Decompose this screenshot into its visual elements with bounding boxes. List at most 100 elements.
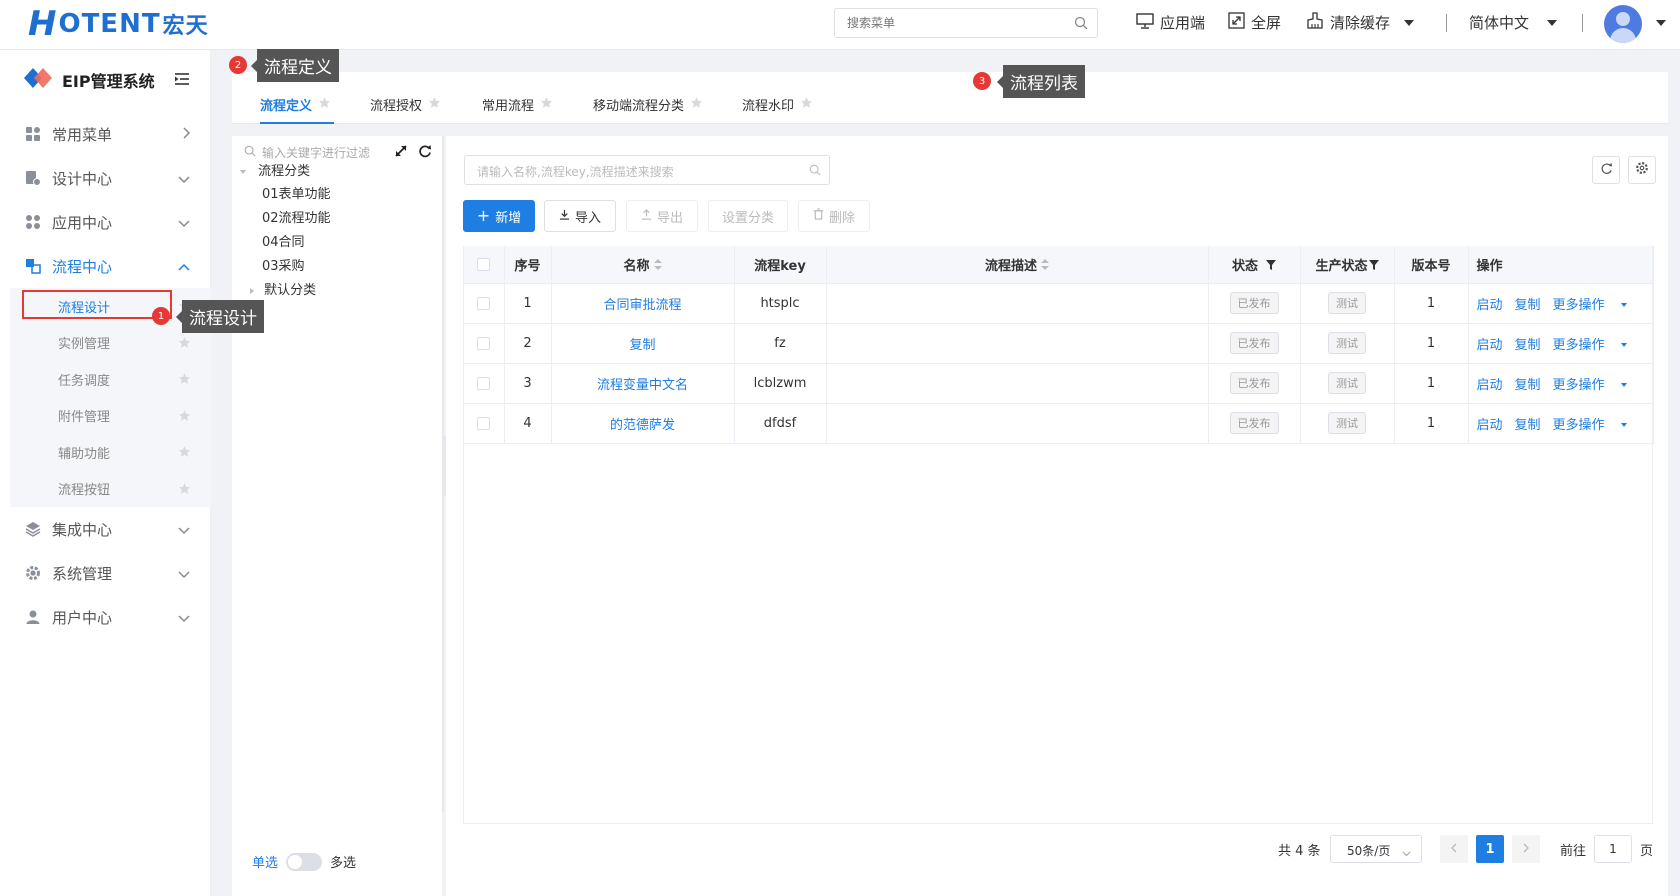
tab-mobile-flow-category[interactable]: 移动端流程分类 [593,89,703,119]
tree-node-category[interactable]: 02流程功能 [262,207,331,226]
col-header-name[interactable]: 名称 [551,246,735,284]
star-icon[interactable] [428,96,441,113]
sidebar-item-flow-center[interactable]: 流程中心 [10,244,211,288]
row-checkbox[interactable] [476,296,490,310]
start-link[interactable]: 启动 [1477,418,1503,433]
tab-flow-definition[interactable]: 流程定义 [260,89,331,119]
col-header-status[interactable]: 状态 [1208,246,1301,284]
more-ops-dropdown[interactable]: 更多操作 [1553,378,1639,393]
user-avatar[interactable] [1604,5,1642,43]
sort-icon[interactable] [653,258,662,274]
star-icon[interactable] [318,96,331,113]
row-name[interactable]: 的范德萨发 [551,403,735,444]
sidebar-subitem-aux-functions[interactable]: 辅助功能 [10,434,211,471]
expand-icon[interactable] [394,144,408,162]
row-select-cell[interactable] [463,403,505,444]
sidebar-subitem-attachment-mgmt[interactable]: 附件管理 [10,398,211,435]
refresh-list-button[interactable] [1592,156,1620,184]
star-icon[interactable] [178,445,191,462]
search-icon[interactable] [809,164,821,179]
row-name[interactable]: 流程变量中文名 [551,363,735,404]
sidebar-item-common-menu[interactable]: 常用菜单 [10,112,211,156]
tab-common-flows[interactable]: 常用流程 [482,89,553,119]
select-all-cell[interactable] [463,246,505,284]
delete-button[interactable]: 删除 [798,200,870,232]
hotent-logo[interactable]: H OTENT 宏天 [28,4,209,44]
add-button[interactable]: + 新增 [463,200,535,232]
flow-name-link[interactable]: 流程变量中文名 [597,378,688,393]
col-header-prod-status[interactable]: 生产状态 [1300,246,1395,284]
sort-icon[interactable] [1041,258,1049,274]
menu-fold-icon[interactable] [174,72,190,90]
copy-link[interactable]: 复制 [1515,338,1541,353]
col-header-desc[interactable]: 流程描述 [826,246,1209,284]
refresh-icon[interactable] [418,144,432,162]
more-ops-dropdown[interactable]: 更多操作 [1553,418,1639,433]
flow-name-link[interactable]: 合同审批流程 [603,298,681,313]
set-category-button[interactable]: 设置分类 [708,200,788,232]
star-icon[interactable] [178,336,191,353]
row-select-cell[interactable] [463,283,505,324]
tree-node-category[interactable]: 03采购 [262,255,305,274]
menu-search-input[interactable] [835,9,1055,37]
row-checkbox[interactable] [476,336,490,350]
sidebar-subitem-instance-mgmt[interactable]: 实例管理 [10,325,211,362]
copy-link[interactable]: 复制 [1515,298,1541,313]
avatar-caret-icon[interactable] [1656,20,1666,26]
app-end-button[interactable]: 应用端 [1136,12,1205,33]
tree-filter[interactable]: 输入关键字进行过滤 [244,144,370,161]
flow-search-input[interactable]: 请输入名称,流程key,流程描述来搜索 [464,155,830,185]
export-button[interactable]: 导出 [626,200,698,232]
more-ops-dropdown[interactable]: 更多操作 [1553,338,1639,353]
sidebar-item-app-center[interactable]: 应用中心 [10,200,211,244]
prev-page-button[interactable] [1440,835,1468,863]
select-all-checkbox[interactable] [476,257,490,271]
start-link[interactable]: 启动 [1477,378,1503,393]
next-page-button[interactable] [1512,835,1540,863]
star-icon[interactable] [178,482,191,499]
sidebar-subitem-task-schedule[interactable]: 任务调度 [10,361,211,398]
clear-cache-button[interactable]: 清除缓存 [1306,12,1415,33]
row-select-cell[interactable] [463,363,505,404]
row-checkbox[interactable] [476,416,490,430]
language-selector[interactable]: 简体中文 [1469,12,1558,33]
copy-link[interactable]: 复制 [1515,378,1541,393]
more-ops-dropdown[interactable]: 更多操作 [1553,298,1639,313]
menu-search-box[interactable] [834,8,1098,38]
flow-name-link[interactable]: 的范德萨发 [610,418,675,433]
start-link[interactable]: 启动 [1477,298,1503,313]
tree-node-category[interactable]: 04合同 [262,231,305,250]
copy-link[interactable]: 复制 [1515,418,1541,433]
sidebar-item-integration-center[interactable]: 集成中心 [10,507,211,551]
star-icon[interactable] [690,96,703,113]
table-settings-button[interactable] [1628,156,1656,184]
tree-node-root[interactable]: 流程分类 [240,160,310,179]
start-link[interactable]: 启动 [1477,338,1503,353]
fullscreen-button[interactable]: 全屏 [1228,12,1281,33]
star-icon[interactable] [800,96,813,113]
flow-name-link[interactable]: 复制 [629,338,655,353]
tab-flow-watermark[interactable]: 流程水印 [742,89,813,119]
row-select-cell[interactable] [463,323,505,364]
row-checkbox[interactable] [476,376,490,390]
star-icon[interactable] [540,96,553,113]
filter-icon[interactable] [1266,259,1276,274]
row-name[interactable]: 合同审批流程 [551,283,735,324]
star-icon[interactable] [178,372,191,389]
goto-page-input[interactable]: 1 [1594,835,1632,863]
page-number-current[interactable]: 1 [1476,835,1504,863]
selection-toggle[interactable] [286,852,323,871]
tree-node-category[interactable]: 01表单功能 [262,183,331,202]
sidebar-item-system-mgmt[interactable]: 系统管理 [10,551,211,595]
import-button[interactable]: 导入 [544,200,616,232]
sidebar-subitem-flow-buttons[interactable]: 流程按钮 [10,471,211,508]
tree-node-category[interactable]: 默认分类 [250,279,316,298]
row-name[interactable]: 复制 [551,323,735,364]
sidebar-item-design-center[interactable]: 设计中心 [10,156,211,200]
filter-icon[interactable] [1368,259,1379,274]
search-icon[interactable] [1074,16,1088,34]
page-size-select[interactable]: 50条/页 [1330,835,1422,863]
sidebar-item-user-center[interactable]: 用户中心 [10,595,211,639]
tab-flow-authorization[interactable]: 流程授权 [370,89,441,119]
star-icon[interactable] [178,409,191,426]
